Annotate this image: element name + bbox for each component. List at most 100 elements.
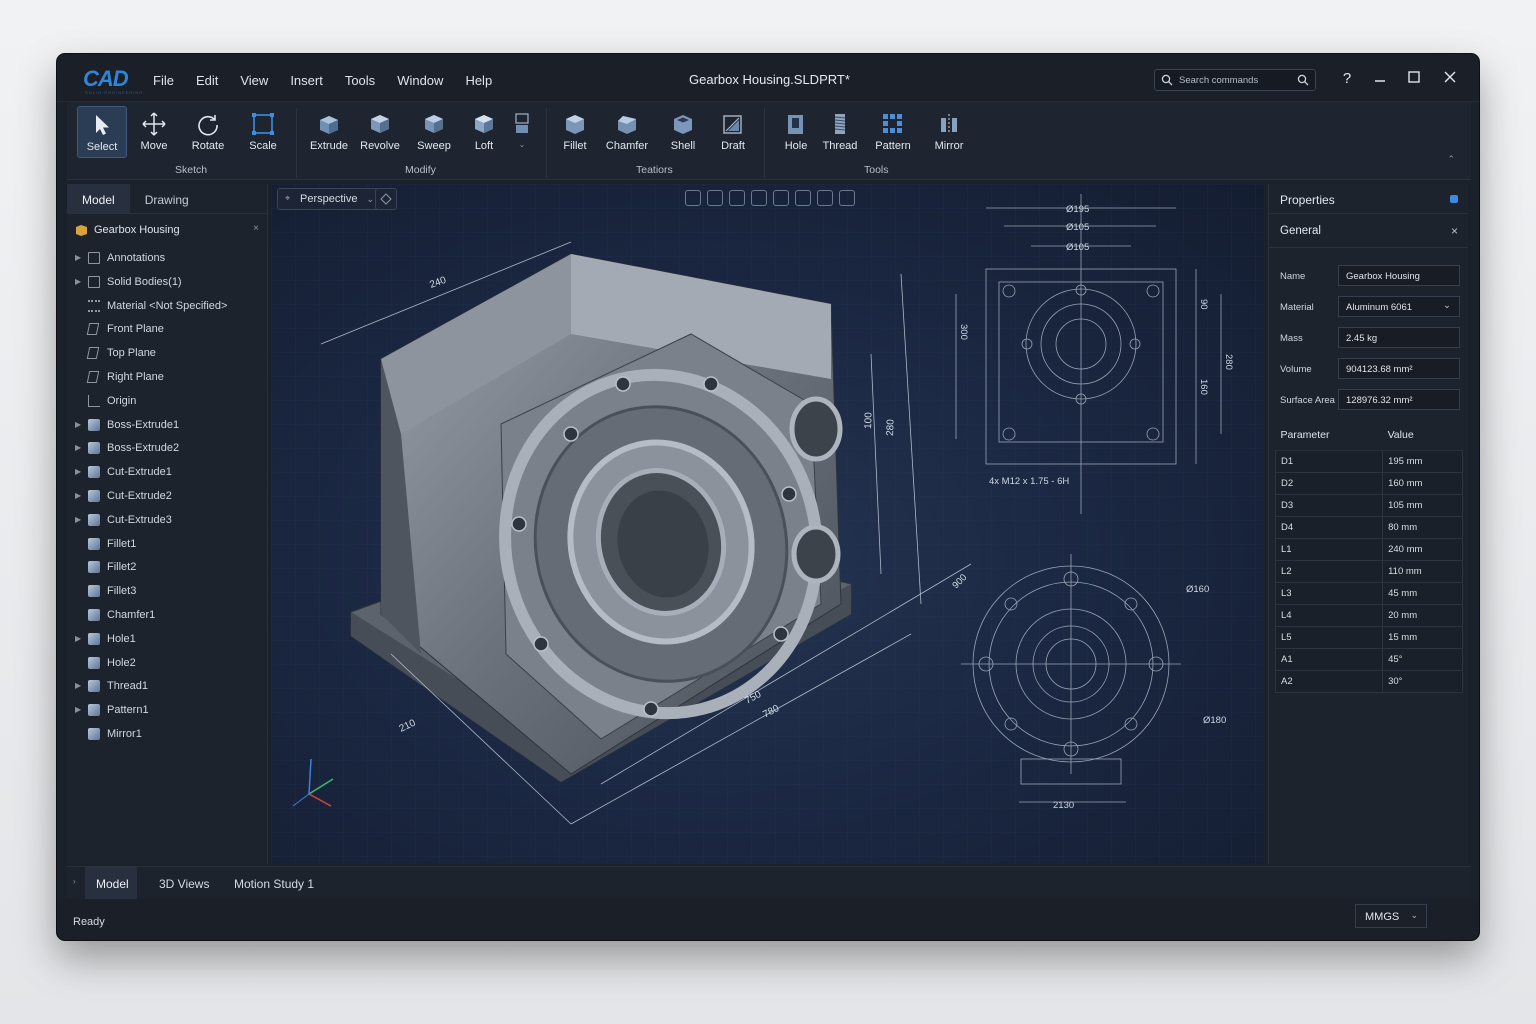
table-row[interactable]: L2 110 mm <box>1274 559 1463 583</box>
value-cell[interactable]: 15 mm <box>1382 625 1463 649</box>
expand-arrow-icon[interactable]: ▶ <box>75 436 81 460</box>
tab-motion-study[interactable]: Motion Study 1 <box>234 867 314 899</box>
property-value-field[interactable]: 128976.32 mm² <box>1338 389 1460 410</box>
tree-item[interactable]: ▶ Boss-Extrude1 <box>67 413 268 437</box>
value-cell[interactable]: 195 mm <box>1382 449 1463 473</box>
tree-item[interactable]: ▶ Pattern1 <box>67 698 268 722</box>
rotate-tool-button[interactable]: Rotate <box>183 106 233 158</box>
tree-item[interactable]: Fillet3 <box>67 579 268 603</box>
value-cell[interactable]: 30° <box>1382 669 1463 693</box>
table-row[interactable]: L3 45 mm <box>1274 581 1463 605</box>
menu-help[interactable]: Help <box>465 73 492 88</box>
tree-item[interactable]: ▶ Hole1 <box>67 627 268 651</box>
mirror-tool-button[interactable]: Mirror <box>924 106 974 158</box>
modify-more-button[interactable]: ⌄ <box>507 106 537 158</box>
search-submit-icon[interactable] <box>1297 74 1309 86</box>
expand-arrow-icon[interactable]: ▶ <box>75 674 81 698</box>
value-cell[interactable]: 160 mm <box>1382 471 1463 495</box>
tree-item[interactable]: ▶ Cut-Extrude2 <box>67 484 268 508</box>
table-row[interactable]: D4 80 mm <box>1274 515 1463 539</box>
value-cell[interactable]: 240 mm <box>1382 537 1463 561</box>
hole-tool-button[interactable]: Hole <box>771 106 821 158</box>
extrude-tool-button[interactable]: Extrude <box>304 106 354 158</box>
material-dropdown[interactable]: Aluminum 6061 ⌄ <box>1338 296 1460 317</box>
tree-item[interactable]: ▶ Boss-Extrude2 <box>67 436 268 460</box>
tree-item[interactable]: Chamfer1 <box>67 603 268 627</box>
scale-tool-button[interactable]: Scale <box>238 106 288 158</box>
pattern-tool-button[interactable]: Pattern <box>868 106 918 158</box>
property-value-field[interactable]: 2.45 kg <box>1338 327 1460 348</box>
expand-arrow-icon[interactable]: ▶ <box>75 270 81 294</box>
expand-arrow-icon[interactable]: ▶ <box>75 627 81 651</box>
tree-item[interactable]: ▶ Cut-Extrude3 <box>67 508 268 532</box>
value-cell[interactable]: 45 mm <box>1382 581 1463 605</box>
maximize-button[interactable] <box>1403 68 1425 90</box>
tree-item[interactable]: Origin <box>67 389 268 413</box>
tree-item[interactable]: Mirror1 <box>67 722 268 746</box>
expand-arrow-icon[interactable]: ▶ <box>75 246 81 270</box>
tree-item[interactable]: Fillet1 <box>67 532 268 556</box>
tab-model[interactable]: Model <box>67 184 130 213</box>
sweep-tool-button[interactable]: Sweep <box>409 106 459 158</box>
tree-item[interactable]: Front Plane <box>67 317 268 341</box>
property-value-field[interactable]: 904123.68 mm² <box>1338 358 1460 379</box>
tree-item[interactable]: ▶ Annotations <box>67 246 268 270</box>
help-button[interactable]: ? <box>1336 68 1358 90</box>
fillet-tool-button[interactable]: Fillet <box>550 106 600 158</box>
tree-item[interactable]: Material <Not Specified> <box>67 294 268 318</box>
tree-item[interactable]: ▶ Cut-Extrude1 <box>67 460 268 484</box>
collapse-ribbon-icon[interactable]: ⌃ <box>1447 154 1455 165</box>
value-cell[interactable]: 20 mm <box>1382 603 1463 627</box>
menu-insert[interactable]: Insert <box>290 73 323 88</box>
value-cell[interactable]: 110 mm <box>1382 559 1463 583</box>
table-row[interactable]: D3 105 mm <box>1274 493 1463 517</box>
tab-3d-views[interactable]: 3D Views <box>159 867 209 899</box>
loft-tool-button[interactable]: Loft <box>459 106 509 158</box>
menu-file[interactable]: File <box>153 73 174 88</box>
units-dropdown[interactable]: MMGS ⌄ <box>1355 904 1427 928</box>
close-icon[interactable]: × <box>1451 224 1458 238</box>
tree-root-item[interactable]: Gearbox Housing × <box>73 220 261 242</box>
revolve-tool-button[interactable]: Revolve <box>355 106 405 158</box>
shell-tool-button[interactable]: Shell <box>658 106 708 158</box>
expand-arrow-icon[interactable]: ▶ <box>75 508 81 532</box>
table-row[interactable]: L5 15 mm <box>1274 625 1463 649</box>
table-row[interactable]: A1 45° <box>1274 647 1463 671</box>
menu-tools[interactable]: Tools <box>345 73 375 88</box>
tree-item[interactable]: ▶ Solid Bodies(1) <box>67 270 268 294</box>
select-tool-button[interactable]: Select <box>77 106 127 158</box>
close-icon[interactable]: × <box>253 223 259 234</box>
table-row[interactable]: L4 20 mm <box>1274 603 1463 627</box>
table-row[interactable]: A2 30° <box>1274 669 1463 693</box>
search-input[interactable]: Search commands <box>1154 69 1316 91</box>
menu-edit[interactable]: Edit <box>196 73 218 88</box>
expand-arrow-icon[interactable]: ▶ <box>75 460 81 484</box>
table-row[interactable]: L1 240 mm <box>1274 537 1463 561</box>
chamfer-tool-button[interactable]: Chamfer <box>602 106 652 158</box>
expand-arrow-icon[interactable]: ▶ <box>75 484 81 508</box>
tree-item[interactable]: Fillet2 <box>67 555 268 579</box>
close-button[interactable] <box>1439 68 1461 90</box>
value-cell[interactable]: 45° <box>1382 647 1463 671</box>
tree-item[interactable]: ▶ Thread1 <box>67 674 268 698</box>
property-value-field[interactable]: Gearbox Housing <box>1338 265 1460 286</box>
tree-item[interactable]: Top Plane <box>67 341 268 365</box>
menu-window[interactable]: Window <box>397 73 443 88</box>
tab-drawing[interactable]: Drawing <box>130 184 204 213</box>
value-cell[interactable]: 105 mm <box>1382 493 1463 517</box>
3d-viewport[interactable]: ⌖ Perspective ⌄ 240 100 280 750 780 210 … <box>271 184 1264 864</box>
pin-icon[interactable] <box>1450 195 1458 203</box>
chevron-right-icon[interactable]: › <box>73 877 76 886</box>
tree-item[interactable]: Hole2 <box>67 651 268 675</box>
expand-arrow-icon[interactable]: ▶ <box>75 413 81 437</box>
move-tool-button[interactable]: Move <box>129 106 179 158</box>
menu-view[interactable]: View <box>240 73 268 88</box>
thread-tool-button[interactable]: Thread <box>815 106 865 158</box>
draft-tool-button[interactable]: Draft <box>708 106 758 158</box>
minimize-button[interactable] <box>1369 68 1391 90</box>
value-cell[interactable]: 80 mm <box>1382 515 1463 539</box>
tree-item[interactable]: Right Plane <box>67 365 268 389</box>
tab-model[interactable]: Model <box>85 867 137 899</box>
table-row[interactable]: D1 195 mm <box>1274 449 1463 473</box>
table-row[interactable]: D2 160 mm <box>1274 471 1463 495</box>
